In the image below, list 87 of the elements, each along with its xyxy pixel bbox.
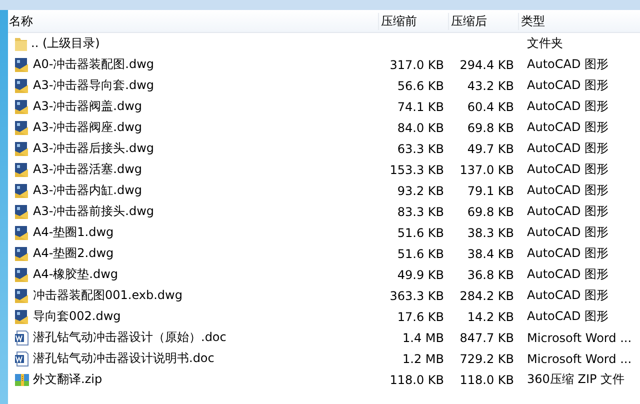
file-name[interactable]: A3-冲击器阀座.dwg [33, 119, 142, 136]
file-type: AutoCAD 图形 [526, 245, 610, 262]
drawing-file-icon [14, 182, 30, 198]
column-header[interactable]: 名称 [8, 12, 378, 30]
original-size: 363.3 KB [388, 288, 445, 302]
drawing-file-icon [14, 78, 30, 94]
file-name[interactable]: A4-垫圈2.dwg [33, 245, 114, 262]
original-size: 17.6 KB [396, 310, 445, 324]
compressed-size: 729.2 KB [458, 352, 515, 366]
compressed-size: 49.7 KB [466, 142, 515, 156]
compressed-size: 118.0 KB [458, 372, 515, 386]
original-size: 56.6 KB [396, 78, 445, 92]
original-size: 118.0 KB [388, 372, 445, 386]
original-size: 84.0 KB [396, 120, 445, 134]
file-type: AutoCAD 图形 [526, 140, 610, 157]
compressed-size: 36.8 KB [466, 268, 515, 282]
compressed-size: 14.2 KB [466, 310, 515, 324]
drawing-file-icon [14, 204, 30, 220]
column-header[interactable]: 类型 [518, 12, 640, 30]
original-size: 93.2 KB [396, 184, 445, 198]
file-name[interactable]: A3-冲击器导向套.dwg [33, 77, 154, 94]
file-type: AutoCAD 图形 [526, 77, 610, 94]
drawing-file-icon [14, 140, 30, 156]
original-size: 51.6 KB [396, 246, 445, 260]
drawing-file-icon [14, 98, 30, 114]
drawing-file-icon [14, 246, 30, 262]
compressed-size: 38.4 KB [466, 246, 515, 260]
file-type: 文件夹 [526, 35, 564, 52]
compressed-size: 79.1 KB [466, 184, 515, 198]
column-header[interactable]: 压缩前 [378, 12, 448, 30]
drawing-file-icon [14, 266, 30, 282]
drawing-file-icon [14, 308, 30, 324]
file-name[interactable]: A0-冲击器装配图.dwg [33, 56, 154, 73]
file-name[interactable]: A4-垫圈1.dwg [33, 224, 114, 241]
original-size: 74.1 KB [396, 100, 445, 114]
word-document-icon [14, 350, 30, 366]
compressed-size: 847.7 KB [458, 330, 515, 344]
drawing-file-icon [14, 288, 30, 304]
compressed-size: 43.2 KB [466, 78, 515, 92]
original-size: 63.3 KB [396, 142, 445, 156]
folder-icon [14, 36, 28, 52]
file-name[interactable]: A3-冲击器活塞.dwg [33, 161, 142, 178]
file-type: AutoCAD 图形 [526, 119, 610, 136]
file-type: AutoCAD 图形 [526, 182, 610, 199]
file-type: AutoCAD 图形 [526, 287, 610, 304]
drawing-file-icon [14, 162, 30, 178]
file-name[interactable]: 潜孔钻气动冲击器设计说明书.doc [33, 350, 214, 367]
file-type: 360压缩 ZIP 文件 [526, 371, 626, 388]
file-type: AutoCAD 图形 [526, 56, 610, 73]
zip-archive-icon [14, 372, 30, 388]
file-name[interactable]: 外文翻译.zip [33, 371, 102, 388]
file-type: AutoCAD 图形 [526, 203, 610, 220]
file-type: AutoCAD 图形 [526, 98, 610, 115]
file-name[interactable]: A4-橡胶垫.dwg [33, 266, 118, 283]
file-name[interactable]: .. (上级目录) [31, 35, 100, 52]
file-name[interactable]: A3-冲击器阀盖.dwg [33, 98, 142, 115]
file-name[interactable]: 导向套002.dwg [33, 308, 121, 325]
file-name[interactable]: 冲击器装配图001.exb.dwg [33, 287, 182, 304]
original-size: 317.0 KB [388, 58, 445, 72]
file-type: AutoCAD 图形 [526, 308, 610, 325]
original-size: 49.9 KB [396, 268, 445, 282]
drawing-file-icon [14, 224, 30, 240]
file-name[interactable]: A3-冲击器前接头.dwg [33, 203, 154, 220]
original-size: 83.3 KB [396, 204, 445, 218]
compressed-size: 69.8 KB [466, 120, 515, 134]
word-document-icon [14, 330, 30, 346]
original-size: 51.6 KB [396, 226, 445, 240]
compressed-size: 137.0 KB [458, 162, 515, 176]
drawing-file-icon [14, 120, 30, 136]
file-type: AutoCAD 图形 [526, 266, 610, 283]
drawing-file-icon [14, 56, 30, 72]
file-type: Microsoft Word ... [526, 352, 633, 366]
compressed-size: 69.8 KB [466, 204, 515, 218]
compressed-size: 294.4 KB [458, 58, 515, 72]
file-name[interactable]: A3-冲击器内缸.dwg [33, 182, 142, 199]
column-header[interactable]: 压缩后 [448, 12, 518, 30]
file-type: Microsoft Word ... [526, 330, 633, 344]
compressed-size: 284.2 KB [458, 288, 515, 302]
compressed-size: 38.3 KB [466, 226, 515, 240]
original-size: 1.4 MB [402, 330, 445, 344]
file-type: AutoCAD 图形 [526, 161, 610, 178]
compressed-size: 60.4 KB [466, 100, 515, 114]
original-size: 1.2 MB [402, 352, 445, 366]
file-name[interactable]: 潜孔钻气动冲击器设计（原始）.doc [33, 329, 226, 346]
file-name[interactable]: A3-冲击器后接头.dwg [33, 140, 154, 157]
file-type: AutoCAD 图形 [526, 224, 610, 241]
original-size: 153.3 KB [388, 162, 445, 176]
